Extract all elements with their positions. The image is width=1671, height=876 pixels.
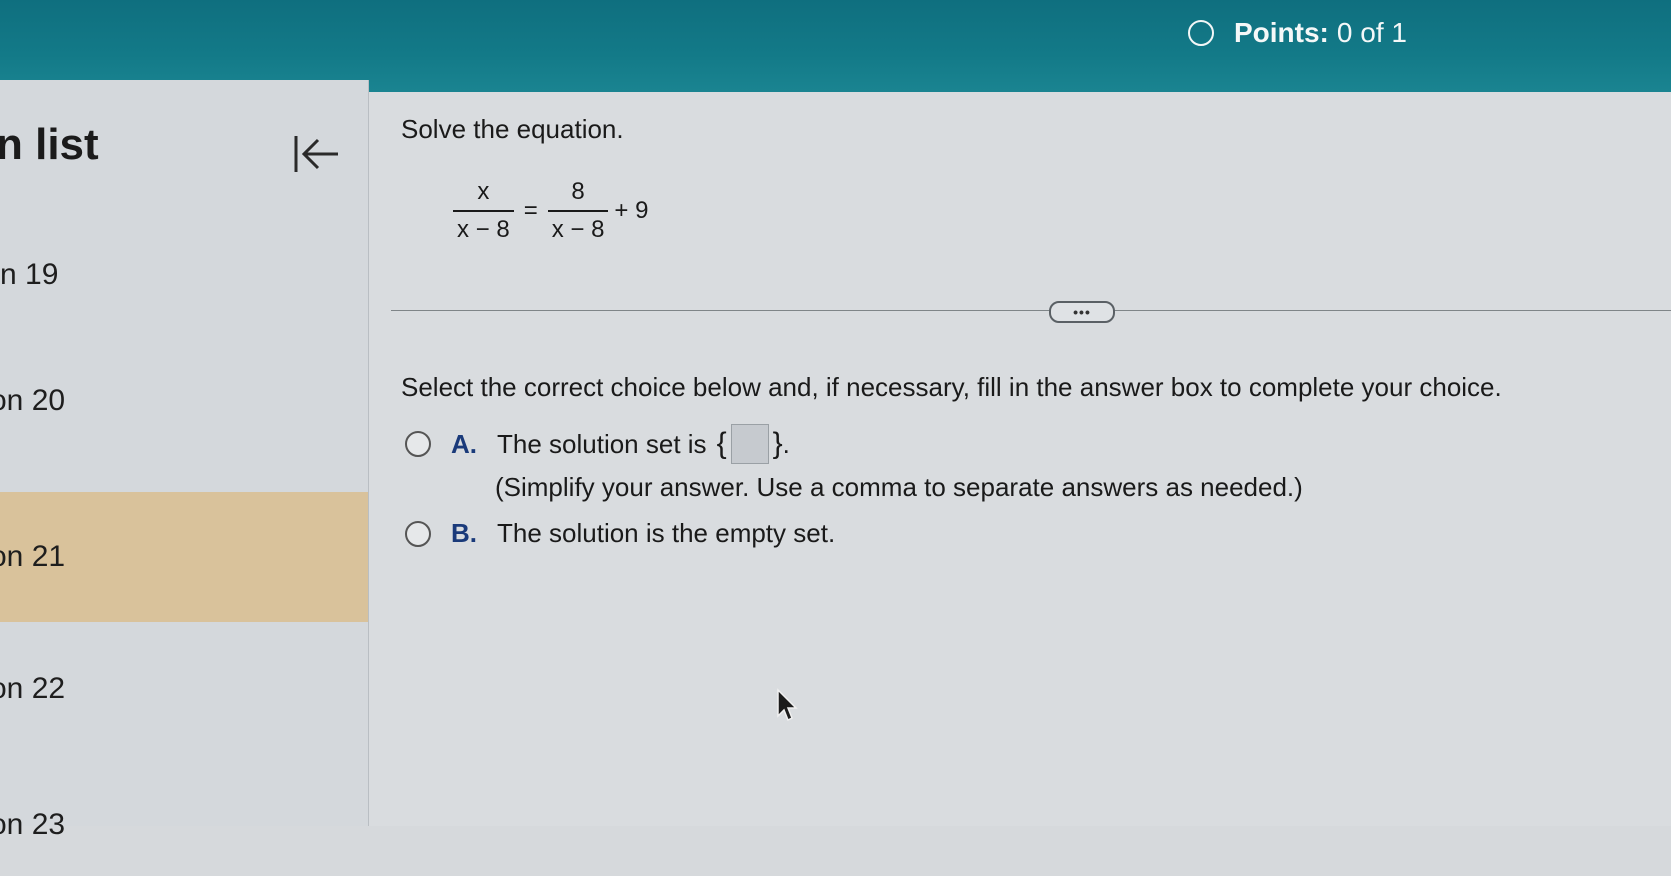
solution-set-field: { } . — [717, 424, 790, 464]
mouse-pointer-icon — [777, 688, 798, 722]
sidebar-item-label: on 20 — [0, 384, 66, 417]
choice-b-text: The solution is the empty set. — [497, 518, 836, 548]
choice-b-radio[interactable] — [405, 520, 431, 547]
sidebar-item-label: n 19 — [0, 258, 59, 291]
collapse-left-arrow-icon — [294, 136, 338, 172]
sidebar-item-question-21[interactable]: on 21 — [0, 492, 368, 622]
sidebar-item-question-22[interactable]: on 22 — [0, 624, 368, 748]
section-divider — [391, 310, 1671, 311]
set-close-brace: } — [772, 427, 783, 460]
rhs-denominator: x − 8 — [547, 210, 609, 244]
lhs-numerator: x — [477, 178, 490, 205]
rhs-numerator: 8 — [571, 178, 585, 205]
question-list-sidebar: n list n 19 on 20 on 21 on 22 on 23 — [0, 80, 369, 841]
choice-b-letter: B. — [451, 518, 477, 548]
points-value: 0 of 1 — [1336, 17, 1407, 48]
rhs-constant: + 9 — [614, 197, 649, 224]
points-status-circle-icon — [1188, 20, 1214, 46]
select-instruction: Select the correct choice below and, if … — [401, 372, 1502, 402]
choice-a-letter: A. — [451, 428, 477, 459]
equation: x x − 8 = 8 x − 8 + 9 — [453, 178, 658, 244]
rhs-fraction: 8 x − 8 — [547, 178, 609, 244]
sidebar-item-label: on 21 — [0, 540, 66, 573]
top-bar: Points: 0 of 1 — [0, 0, 1671, 92]
points-indicator: Points: 0 of 1 — [1188, 17, 1407, 49]
question-instruction: Solve the equation. — [401, 114, 624, 144]
choice-a-hint: (Simplify your answer. Use a comma to se… — [495, 472, 1303, 502]
choice-a-radio[interactable] — [405, 431, 431, 457]
sidebar-title: n list — [0, 120, 99, 169]
points-label: Points: — [1234, 17, 1329, 48]
choice-a[interactable]: A. The solution set is { } . — [405, 424, 790, 464]
lhs-fraction: x x − 8 — [453, 178, 514, 244]
lhs-denominator: x − 8 — [453, 210, 514, 244]
sidebar-item-question-20[interactable]: on 20 — [0, 336, 368, 460]
collapse-sidebar-button[interactable] — [290, 132, 342, 176]
set-period: . — [782, 428, 790, 459]
more-options-button[interactable]: ••• — [1049, 301, 1115, 323]
question-panel: Solve the equation. x x − 8 = 8 x − 8 + … — [369, 92, 1671, 826]
sidebar-item-label: on 22 — [0, 672, 66, 705]
choice-b[interactable]: B. The solution is the empty set. — [405, 518, 835, 549]
sidebar-item-question-23[interactable]: on 23 — [0, 752, 368, 876]
sidebar-item-question-19[interactable]: n 19 — [0, 210, 368, 334]
answer-input-box[interactable] — [730, 424, 769, 464]
choice-a-text: The solution set is — [497, 428, 707, 459]
set-open-brace: { — [716, 427, 727, 460]
equals-sign: = — [523, 197, 538, 224]
sidebar-item-label: on 23 — [0, 808, 66, 841]
